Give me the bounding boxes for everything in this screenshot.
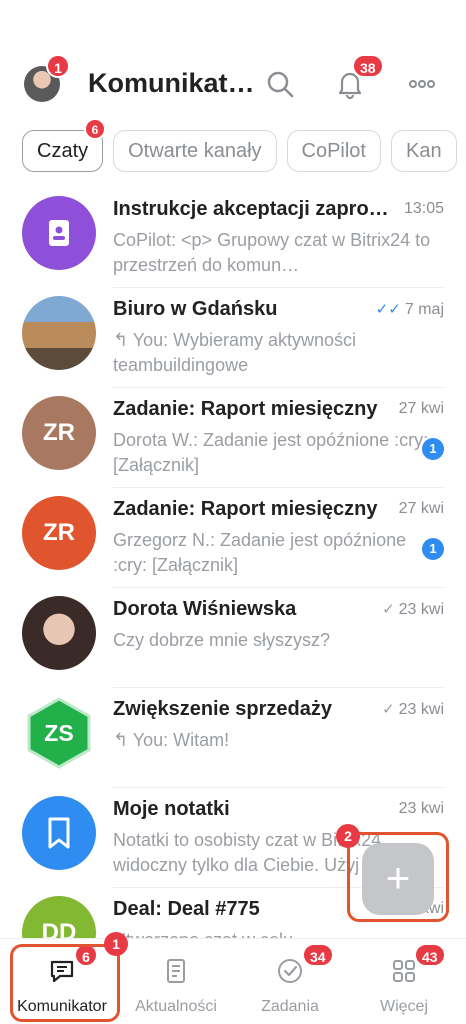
chip-copilot[interactable]: CoPilot	[286, 130, 381, 172]
chat-avatar: ZS	[22, 696, 96, 770]
chat-row[interactable]: ZR Zadanie: Raport miesięczny 27 kwi Grz…	[0, 488, 466, 588]
nav-badge: 43	[414, 943, 446, 967]
reply-icon: ↰	[113, 330, 133, 350]
reply-icon: ↰	[113, 730, 133, 750]
chat-preview: CoPilot: <p> Grupowy czat w Bitrix24 to …	[113, 230, 431, 275]
chat-preview: Czy dobrze mnie słyszysz?	[113, 630, 331, 650]
header-bar: 1 Komunikat… 38	[0, 54, 466, 112]
chat-time: ✓ 23 kwi	[382, 701, 444, 718]
chat-row[interactable]: ZS Zwiększenie sprzedaży ✓ 23 kwi ↰ You: …	[0, 688, 466, 788]
chat-title: Zwiększenie sprzedaży	[113, 698, 332, 720]
news-icon	[167, 959, 185, 983]
chat-preview: Dorota W.: Zadanie jest opóźnione :cry: …	[113, 430, 429, 475]
highlight-number: 1	[104, 932, 128, 956]
page-title: Komunikat…	[88, 68, 255, 98]
chat-preview: Grzegorz N.: Zadanie jest opóźnione :cry…	[113, 530, 407, 575]
chat-time: 23 kwi	[398, 800, 444, 817]
check-icon: ✓	[382, 701, 395, 718]
highlight-number: 2	[336, 824, 360, 848]
chat-avatar-photo	[22, 596, 96, 670]
chat-title: Dorota Wiśniewska	[113, 598, 297, 620]
hexagon-avatar: ZS	[27, 697, 91, 769]
chat-title: Biuro w Gdańsku	[113, 298, 278, 320]
chat-title: Zadanie: Raport miesięczny	[113, 498, 378, 520]
nav-label: Aktualności	[135, 998, 217, 1015]
nav-aktualnosci[interactable]: Aktualności	[118, 945, 234, 1021]
search-icon[interactable]	[264, 68, 296, 100]
unread-badge: 1	[422, 438, 444, 460]
chat-time: ✓ 23 kwi	[382, 601, 444, 618]
hexagon-initials: ZS	[44, 720, 73, 746]
chat-time: 27 kwi	[398, 500, 444, 517]
chat-title: Moje notatki	[113, 798, 230, 820]
chat-preview: ↰ You: Wybieramy aktywności teambuilding…	[113, 330, 357, 375]
highlight-fab	[347, 832, 449, 922]
chat-avatar	[22, 196, 96, 270]
tasks-icon	[278, 959, 302, 983]
unread-badge: 1	[422, 538, 444, 560]
nav-label: Zadania	[261, 998, 319, 1015]
bookmark-icon	[48, 817, 70, 849]
highlight-komunikator	[10, 944, 120, 1022]
contact-icon	[49, 220, 69, 246]
chat-preview: ↰ You: Witam!	[113, 730, 230, 750]
chat-time: 13:05	[403, 200, 444, 217]
chat-time: 27 kwi	[398, 400, 444, 417]
chat-avatar	[22, 796, 96, 870]
chat-avatar: ZR	[22, 496, 96, 570]
avatar-badge: 1	[46, 54, 70, 78]
chat-title: Instrukcje akceptacji zapro…	[113, 198, 389, 220]
chat-row[interactable]: Dorota Wiśniewska ✓ 23 kwi Czy dobrze mni…	[0, 588, 466, 688]
double-check-icon: ✓✓	[375, 301, 401, 318]
chat-row[interactable]: Instrukcje akceptacji zapro… 13:05 CoPil…	[0, 188, 466, 288]
more-icon[interactable]	[406, 68, 438, 100]
notifications-badge: 38	[352, 54, 384, 78]
chip-kanaly[interactable]: Kan	[391, 130, 457, 172]
chat-row[interactable]: Biuro w Gdańsku ✓✓ 7 maj ↰ You: Wybieramy…	[0, 288, 466, 388]
chip-otwarte-kanaly[interactable]: Otwarte kanały	[113, 130, 277, 172]
chat-title: Zadanie: Raport miesięczny	[113, 398, 378, 420]
chip-badge: 6	[84, 118, 106, 140]
chat-avatar: ZR	[22, 396, 96, 470]
chat-row[interactable]: ZR Zadanie: Raport miesięczny 27 kwi Dor…	[0, 388, 466, 488]
nav-label: Więcej	[379, 998, 428, 1015]
check-icon: ✓	[382, 601, 395, 618]
chat-time: ✓✓ 7 maj	[375, 301, 444, 318]
nav-badge: 34	[302, 943, 334, 967]
chat-avatar-photo	[22, 296, 96, 370]
